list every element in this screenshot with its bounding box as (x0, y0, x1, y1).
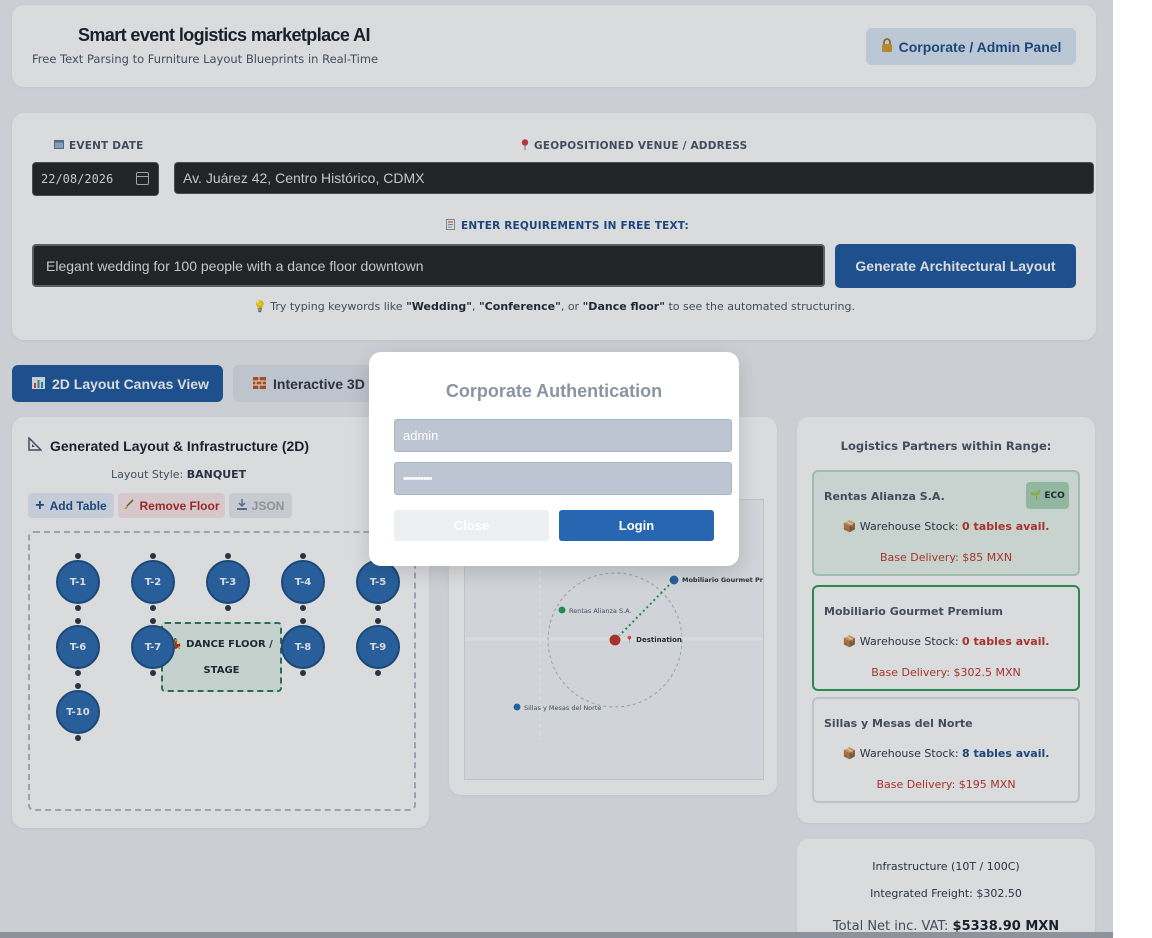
app: Smart event logistics marketplace AI Fre… (0, 0, 1113, 938)
horizontal-scrollbar[interactable] (0, 932, 1113, 938)
close-button[interactable]: Close (394, 510, 549, 541)
auth-modal-title: Corporate Authentication (445, 381, 663, 401)
username-input[interactable]: admin (394, 419, 732, 452)
password-input[interactable]: •••••••••• (394, 462, 732, 495)
login-button[interactable]: Login (559, 510, 714, 541)
auth-modal: Corporate Authentication admin •••••••••… (369, 352, 739, 566)
